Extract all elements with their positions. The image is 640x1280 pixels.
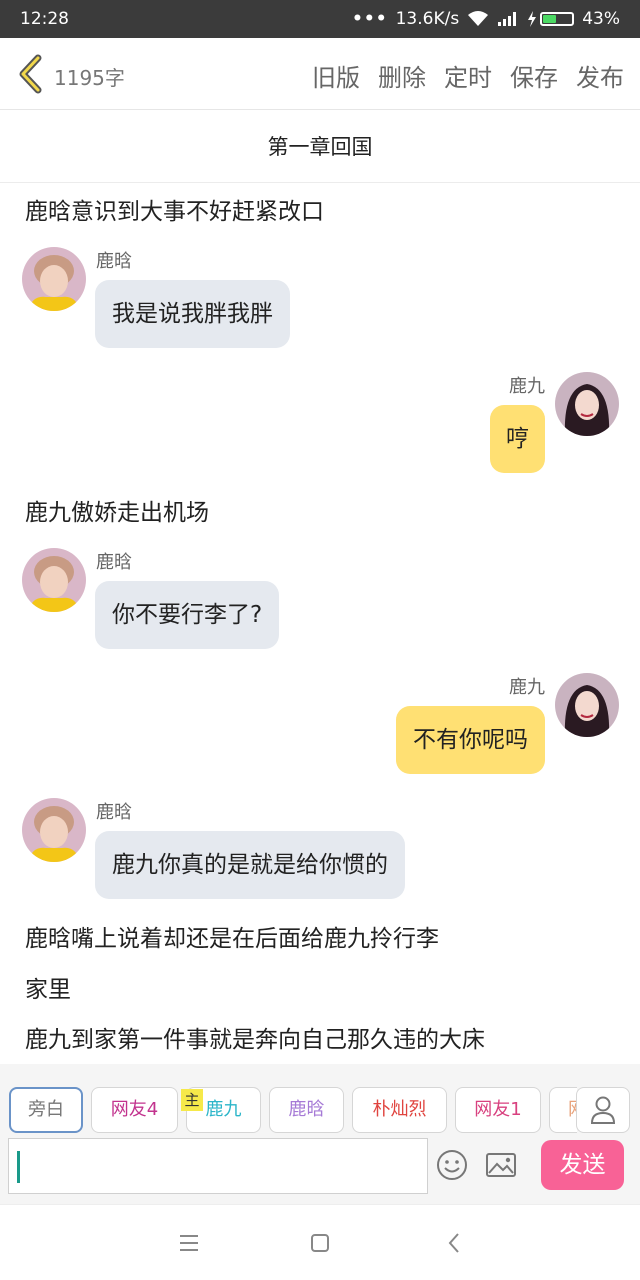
battery-icon [527, 11, 575, 27]
narration-line: 鹿晗嘴上说着却还是在后面给鹿九拎行李 [25, 926, 439, 952]
role-chip-partial[interactable]: 网 [549, 1087, 577, 1133]
role-chip-netizen1[interactable]: 网友1 [455, 1087, 541, 1133]
back-button[interactable] [12, 52, 52, 96]
role-chip-luhan[interactable]: 鹿晗 [269, 1087, 344, 1133]
sender-name: 鹿晗 [96, 552, 132, 573]
avatar-luhan[interactable] [22, 798, 86, 862]
message-bubble[interactable]: 鹿九你真的是就是给你惯的 [95, 831, 405, 899]
editor-toolbar: 1195字 旧版 删除 定时 保存 发布 [0, 38, 640, 110]
avatar-lujiu[interactable] [555, 673, 619, 737]
role-chip-chanyeol[interactable]: 朴灿烈 [352, 1087, 447, 1133]
wifi-icon [467, 10, 489, 28]
sender-name: 鹿晗 [96, 251, 132, 272]
narration-line: 鹿晗意识到大事不好赶紧改口 [25, 199, 324, 225]
toolbar-actions: 旧版 删除 定时 保存 发布 [312, 58, 624, 93]
chevron-left-icon [19, 54, 42, 94]
role-chip-narrator[interactable]: 旁白 [9, 1087, 83, 1133]
narration-line: 家里 [25, 977, 71, 1003]
message-bubble[interactable]: 哼 [490, 405, 545, 473]
role-chip-netizen4[interactable]: 网友4 [91, 1087, 178, 1133]
avatar-lujiu[interactable] [555, 372, 619, 436]
message-bubble[interactable]: 你不要行李了? [95, 581, 280, 649]
image-button[interactable] [484, 1148, 518, 1182]
system-nav-bar [0, 1204, 640, 1280]
narration-line: 鹿九到家第一件事就是奔向自己那久违的大床 [25, 1027, 485, 1053]
message-bubble[interactable]: 我是说我胖我胖 [95, 280, 290, 348]
narration-line: 鹿九傲娇走出机场 [25, 500, 209, 526]
sender-name: 鹿晗 [96, 802, 132, 823]
message-bubble[interactable]: 不有你呢吗 [396, 706, 545, 774]
signal-icon [497, 11, 519, 27]
schedule-button[interactable]: 定时 [444, 58, 492, 93]
text-caret [17, 1151, 20, 1183]
image-icon [486, 1153, 516, 1177]
smiley-icon [437, 1150, 467, 1180]
host-badge: 主 [181, 1089, 203, 1111]
status-indicators: ••• 13.6K/s 43% [352, 9, 620, 29]
sender-name: 鹿九 [509, 376, 545, 397]
home-icon[interactable] [306, 1229, 334, 1257]
emoji-button[interactable] [435, 1148, 469, 1182]
status-bar: 12:28 ••• 13.6K/s 43% [0, 0, 640, 38]
battery-percent: 43% [582, 9, 620, 29]
sender-name: 鹿九 [509, 677, 545, 698]
role-input-panel: 旁白 网友4 鹿九 主 鹿晗 朴灿烈 网友1 网 发送 [0, 1064, 640, 1204]
avatar-luhan[interactable] [22, 548, 86, 612]
avatar-luhan[interactable] [22, 247, 86, 311]
notification-dots: ••• [352, 9, 388, 29]
clock: 12:28 [20, 9, 69, 29]
send-button[interactable]: 发送 [541, 1140, 624, 1190]
old-version-button[interactable]: 旧版 [312, 58, 360, 93]
user-icon [590, 1096, 616, 1124]
publish-button[interactable]: 发布 [576, 58, 624, 93]
message-input[interactable] [8, 1138, 428, 1194]
chat-area: 鹿晗意识到大事不好赶紧改口 鹿晗 我是说我胖我胖 鹿九 哼 鹿九傲娇走出机场 鹿… [0, 184, 640, 1064]
network-speed: 13.6K/s [395, 9, 460, 29]
delete-button[interactable]: 删除 [378, 58, 426, 93]
menu-icon[interactable] [175, 1229, 203, 1257]
word-count: 1195字 [54, 66, 125, 90]
back-nav-icon[interactable] [441, 1229, 469, 1257]
save-button[interactable]: 保存 [510, 58, 558, 93]
role-manage-button[interactable] [576, 1087, 630, 1133]
chapter-title[interactable]: 第一章回国 [0, 111, 640, 183]
